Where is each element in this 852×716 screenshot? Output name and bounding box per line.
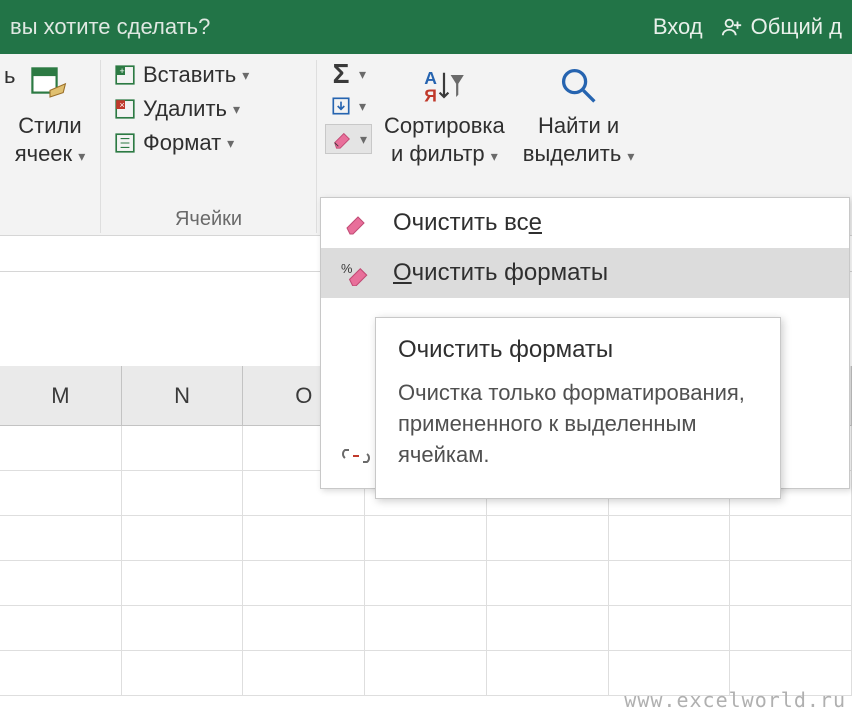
- chevron-down-icon: ▾: [242, 67, 249, 84]
- eraser-icon: [341, 208, 371, 238]
- chevron-down-icon: ▾: [360, 131, 367, 148]
- chevron-down-icon: ▾: [359, 66, 366, 83]
- cell[interactable]: [0, 426, 122, 470]
- clear-all-label: Очистить все: [393, 209, 542, 237]
- insert-cells-icon: +: [113, 63, 137, 87]
- cells-group: + Вставить ▾ × Удалить ▾ Формат ▾ Ячейки: [101, 54, 316, 235]
- delete-button[interactable]: × Удалить ▾: [109, 92, 308, 126]
- cell-styles-icon: [26, 62, 74, 110]
- cell[interactable]: [487, 561, 609, 605]
- cell[interactable]: [122, 651, 244, 695]
- cell-styles-label: Стилиячеек ▾: [15, 112, 86, 167]
- cell[interactable]: [122, 561, 244, 605]
- svg-text:Я: Я: [425, 85, 438, 105]
- chevron-down-icon: ▾: [233, 101, 240, 118]
- cell[interactable]: [0, 606, 122, 650]
- cell[interactable]: [609, 516, 731, 560]
- table-row: [0, 606, 852, 651]
- table-row: [0, 516, 852, 561]
- tooltip-body: Очистка только форматирования, примененн…: [398, 378, 758, 470]
- chevron-down-icon: ▾: [359, 98, 366, 115]
- format-button[interactable]: Формат ▾: [109, 126, 308, 160]
- cell[interactable]: [122, 606, 244, 650]
- cell[interactable]: [730, 516, 852, 560]
- find-select-label: Найти ивыделить ▾: [523, 112, 635, 167]
- tell-me-text[interactable]: вы хотите сделать?: [10, 14, 653, 40]
- clear-formats-label: Очистить форматы: [393, 259, 608, 287]
- cell[interactable]: [122, 426, 244, 470]
- cell[interactable]: [609, 561, 731, 605]
- col-head-m[interactable]: M: [0, 366, 122, 425]
- insert-button[interactable]: + Вставить ▾: [109, 58, 308, 92]
- cell[interactable]: [243, 561, 365, 605]
- fill-button[interactable]: ▾: [325, 92, 372, 120]
- tooltip: Очистить форматы Очистка только форматир…: [375, 317, 781, 499]
- magnifier-icon: [555, 62, 603, 110]
- cell-styles-button[interactable]: ь Стилиячеек ▾: [8, 58, 92, 171]
- sort-filter-icon: А Я: [420, 62, 468, 110]
- delete-label: Удалить: [143, 96, 227, 122]
- cell[interactable]: [730, 561, 852, 605]
- insert-label: Вставить: [143, 62, 236, 88]
- cell[interactable]: [0, 651, 122, 695]
- svg-text:+: +: [120, 66, 125, 76]
- sort-filter-label: Сортировкаи фильтр ▾: [384, 112, 505, 167]
- fill-down-icon: [329, 94, 353, 118]
- cell[interactable]: [365, 606, 487, 650]
- eraser-percent-icon: %: [341, 258, 371, 288]
- hyperlink-broken-icon: [341, 444, 371, 468]
- cell[interactable]: [487, 516, 609, 560]
- cell[interactable]: [122, 516, 244, 560]
- watermark: www.excelworld.ru: [624, 688, 846, 712]
- cell[interactable]: [487, 606, 609, 650]
- cell[interactable]: [243, 651, 365, 695]
- eraser-icon: [330, 127, 354, 151]
- cell[interactable]: [365, 516, 487, 560]
- autosum-button[interactable]: Σ ▾: [325, 60, 372, 88]
- format-cells-icon: [113, 131, 137, 155]
- col-head-n[interactable]: N: [122, 366, 244, 425]
- cell[interactable]: [0, 561, 122, 605]
- titlebar: вы хотите сделать? Вход Общий д: [0, 0, 852, 54]
- cell[interactable]: [365, 561, 487, 605]
- cell[interactable]: [365, 651, 487, 695]
- delete-cells-icon: ×: [113, 97, 137, 121]
- share-label: Общий д: [751, 14, 842, 40]
- share-person-icon: [721, 16, 743, 38]
- clear-formats-item[interactable]: % Очистить форматы: [321, 248, 849, 298]
- chevron-down-icon: ▾: [227, 135, 234, 152]
- svg-text:%: %: [341, 261, 352, 276]
- login-link[interactable]: Вход: [653, 14, 703, 40]
- cells-group-label: Ячейки: [101, 208, 316, 231]
- tooltip-title: Очистить форматы: [398, 336, 758, 364]
- styles-group: ь Стилиячеек ▾: [0, 54, 100, 235]
- format-label: Формат: [143, 130, 221, 156]
- share-button[interactable]: Общий д: [721, 14, 842, 40]
- cell[interactable]: [0, 471, 122, 515]
- cell[interactable]: [122, 471, 244, 515]
- cell[interactable]: [609, 606, 731, 650]
- cell[interactable]: [487, 651, 609, 695]
- cell[interactable]: [243, 606, 365, 650]
- partial-text: ь: [4, 62, 15, 90]
- cell[interactable]: [0, 516, 122, 560]
- svg-text:×: ×: [120, 100, 125, 110]
- table-row: [0, 561, 852, 606]
- clear-button[interactable]: ▾: [325, 124, 372, 154]
- clear-all-item[interactable]: Очистить все: [321, 198, 849, 248]
- sigma-icon: Σ: [329, 62, 353, 86]
- cell[interactable]: [243, 516, 365, 560]
- cell[interactable]: [730, 606, 852, 650]
